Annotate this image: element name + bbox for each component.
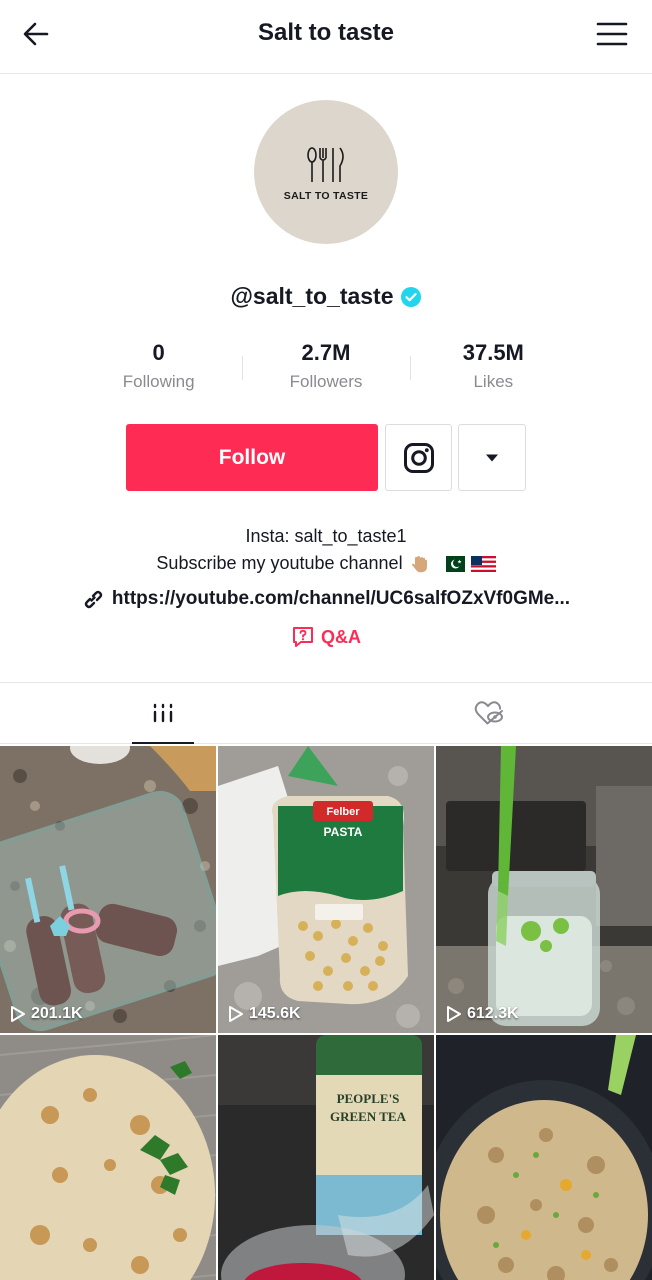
bio-line-2-row: Subscribe my youtube channel bbox=[0, 550, 652, 577]
username-row: @salt_to_taste bbox=[0, 283, 652, 310]
profile-link-text: https://youtube.com/channel/UC6salfOZxVf… bbox=[111, 588, 571, 609]
usa-flag-icon bbox=[470, 555, 496, 572]
video-thumbnail[interactable] bbox=[436, 1035, 652, 1280]
flatbread-thumbnail bbox=[0, 1035, 216, 1280]
stat-label: Likes bbox=[473, 372, 514, 391]
stat-following[interactable]: 0 Following bbox=[75, 338, 242, 402]
profile-stats: 0 Following 2.7M Followers 37.5M Likes bbox=[75, 338, 577, 402]
top-bar: Salt to taste bbox=[0, 0, 652, 74]
video-thumbnail[interactable]: 201.1K bbox=[0, 746, 216, 1033]
video-thumbnail[interactable]: PEOPLE'S GREEN TEA bbox=[218, 1035, 434, 1280]
svg-text:GREEN TEA: GREEN TEA bbox=[330, 1109, 407, 1124]
rice-pan-thumbnail bbox=[436, 1035, 652, 1280]
qa-label: Q&A bbox=[321, 626, 361, 647]
avatar[interactable]: SALT TO TASTE bbox=[254, 100, 398, 244]
page-title: Salt to taste bbox=[257, 19, 395, 46]
svg-text:PASTA: PASTA bbox=[324, 825, 363, 839]
popsicles-thumbnail bbox=[0, 746, 216, 1033]
videos-grid-icon bbox=[153, 703, 173, 723]
verified-badge-icon bbox=[400, 286, 421, 307]
view-count-text: 145.6K bbox=[249, 1005, 301, 1022]
tab-liked[interactable] bbox=[326, 683, 652, 743]
svg-text:PEOPLE'S: PEOPLE'S bbox=[337, 1091, 400, 1106]
follow-button[interactable]: Follow bbox=[126, 424, 378, 491]
avatar-logo-text: SALT TO TASTE bbox=[283, 190, 369, 202]
hamburger-menu-icon bbox=[596, 22, 628, 46]
play-icon bbox=[229, 1006, 243, 1022]
qa-icon bbox=[293, 627, 313, 647]
cutlery-logo-icon bbox=[307, 147, 344, 182]
bio-line-1: Insta: salt_to_taste1 bbox=[245, 526, 407, 546]
menu-button[interactable] bbox=[592, 16, 632, 52]
liked-hidden-icon bbox=[474, 701, 503, 725]
video-grid: 201.1K Felber PASTA 145.6K 612.3K PEOPLE… bbox=[0, 746, 652, 1280]
bio: Insta: salt_to_taste1 Subscribe my youtu… bbox=[0, 523, 652, 577]
view-count: 145.6K bbox=[228, 1005, 301, 1023]
stat-value: 37.5M bbox=[462, 340, 524, 365]
instagram-button[interactable] bbox=[385, 424, 452, 491]
pointing-down-hand-icon bbox=[411, 555, 427, 572]
pakistan-flag-icon bbox=[439, 555, 465, 572]
caret-down-icon bbox=[486, 454, 498, 461]
view-count-text: 612.3K bbox=[467, 1005, 519, 1022]
content-tabs bbox=[0, 682, 652, 744]
stat-value: 0 bbox=[152, 340, 165, 365]
more-options-button[interactable] bbox=[458, 424, 526, 491]
link-icon bbox=[84, 590, 103, 609]
stat-label: Following bbox=[122, 372, 195, 391]
stat-followers[interactable]: 2.7M Followers bbox=[242, 338, 409, 402]
stat-value: 2.7M bbox=[301, 340, 351, 365]
green-tea-thumbnail: PEOPLE'S GREEN TEA bbox=[218, 1035, 434, 1280]
qa-button[interactable]: Q&A bbox=[0, 625, 652, 649]
stat-label: Followers bbox=[289, 372, 363, 391]
video-thumbnail[interactable]: 612.3K bbox=[436, 746, 652, 1033]
stat-likes: 37.5M Likes bbox=[409, 338, 577, 402]
play-icon bbox=[447, 1006, 461, 1022]
view-count: 612.3K bbox=[446, 1005, 519, 1023]
tab-videos[interactable] bbox=[0, 683, 326, 743]
lemonade-jar-thumbnail bbox=[436, 746, 652, 1033]
play-icon bbox=[11, 1006, 25, 1022]
view-count: 201.1K bbox=[10, 1005, 83, 1023]
profile-link[interactable]: https://youtube.com/channel/UC6salfOZxVf… bbox=[0, 588, 652, 610]
instagram-icon bbox=[403, 442, 434, 473]
bio-line-2: Subscribe my youtube channel bbox=[156, 553, 403, 573]
view-count-text: 201.1K bbox=[31, 1005, 83, 1022]
username: @salt_to_taste bbox=[230, 283, 394, 309]
video-thumbnail[interactable]: Felber PASTA 145.6K bbox=[218, 746, 434, 1033]
pasta-package-thumbnail: Felber PASTA bbox=[218, 746, 434, 1033]
svg-text:Felber: Felber bbox=[326, 806, 360, 818]
video-thumbnail[interactable] bbox=[0, 1035, 216, 1280]
